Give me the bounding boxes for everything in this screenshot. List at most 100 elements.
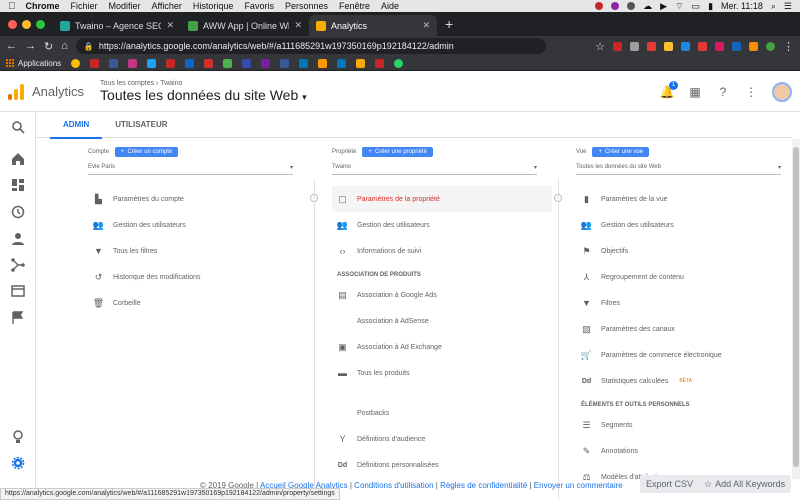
bookmark-icon[interactable] (356, 58, 366, 68)
ad-exchange-link-item[interactable]: ▣ Association à Ad Exchange (332, 334, 552, 360)
new-tab-icon[interactable]: + (437, 16, 461, 32)
bookmark-icon[interactable] (261, 58, 271, 68)
bookmark-icon[interactable] (204, 58, 214, 68)
search-icon[interactable] (11, 120, 25, 134)
annotations-item[interactable]: ✎ Annotations (576, 438, 796, 464)
bookmark-icon[interactable] (337, 58, 347, 68)
address-bar[interactable]: 🔒 https://analytics.google.com/analytics… (75, 38, 546, 54)
menu-list-icon[interactable]: ☰ (784, 1, 792, 12)
adsense-link-item[interactable]: Association à AdSense (332, 308, 552, 334)
footer-link-privacy[interactable]: Règles de confidentialité (440, 481, 527, 490)
flag-fr-icon[interactable]: ▮ (708, 1, 713, 12)
create-view-button[interactable]: + Créer une vue (592, 147, 649, 157)
back-icon[interactable]: ← (6, 40, 17, 52)
bookmark-icon[interactable] (185, 58, 195, 68)
bookmark-icon[interactable] (299, 58, 309, 68)
scrollbar-thumb[interactable] (793, 147, 799, 467)
realtime-clock-icon[interactable] (11, 205, 25, 219)
property-select[interactable]: Twaino ▾ (332, 164, 537, 175)
browser-tab-aww[interactable]: AWW App | Online Whiteboard ✕ (181, 15, 309, 36)
clock[interactable]: Mer. 11:18 (721, 1, 763, 11)
account-select[interactable]: Evle Paris ▾ (88, 164, 293, 175)
all-products-item[interactable]: ▬ Tous les produits (332, 360, 552, 386)
footer-link-terms[interactable]: Conditions d'utilisation (354, 481, 433, 490)
close-tab-icon[interactable]: ✕ (294, 20, 302, 31)
footer-link-feedback[interactable]: Envoyer un commentaire (534, 481, 623, 490)
ecommerce-settings-item[interactable]: 🛒 Paramètres de commerce électronique (576, 342, 796, 368)
extension-icon[interactable] (681, 41, 690, 51)
close-tab-icon[interactable]: ✕ (422, 20, 430, 31)
bookmark-icon[interactable] (223, 58, 233, 68)
bookmark-icon[interactable] (166, 58, 176, 68)
add-all-keywords-button[interactable]: ☆ Add All Keywords (698, 475, 792, 493)
channel-settings-item[interactable]: ▧ Paramètres des canaux (576, 316, 796, 342)
segments-item[interactable]: ☰ Segments (576, 412, 796, 438)
export-csv-button[interactable]: Export CSV (640, 475, 700, 493)
all-filters-item[interactable]: ▼ Tous les filtres (88, 238, 308, 264)
menu-favoris[interactable]: Favoris (244, 1, 274, 11)
account-settings-item[interactable]: ▙ Paramètres du compte (88, 186, 308, 212)
browser-tab-twaino[interactable]: Twaino – Agence SEO ✕ (53, 15, 181, 36)
help-icon[interactable]: ? (716, 85, 730, 99)
avatar[interactable] (772, 81, 792, 102)
home-icon[interactable] (11, 152, 25, 166)
account-selector[interactable]: Tous les comptes › Twaino Toutes les don… (100, 80, 307, 103)
property-user-management-item[interactable]: 👥 Gestion des utilisateurs (332, 212, 552, 238)
property-settings-item[interactable]: ▢ Paramètres de la propriété (332, 186, 552, 212)
menu-personnes[interactable]: Personnes (285, 1, 328, 11)
browser-tab-analytics[interactable]: Analytics ✕ (309, 15, 437, 36)
menu-modifier[interactable]: Modifier (109, 1, 141, 11)
acquisition-icon[interactable] (11, 258, 25, 272)
change-history-item[interactable]: ↺ Historique des modifications (88, 264, 308, 290)
apps-grid-icon[interactable]: ▦ (688, 85, 702, 99)
close-window-icon[interactable] (8, 19, 17, 29)
view-user-management-item[interactable]: 👥 Gestion des utilisateurs (576, 212, 796, 238)
extension-icon[interactable] (715, 41, 724, 51)
trash-item[interactable]: 🗑 Corbeille (88, 290, 308, 316)
tracking-info-item[interactable]: ‹› Informations de suivi (332, 238, 552, 264)
search-icon[interactable]: ⌕ (771, 1, 776, 12)
bookmark-icon[interactable] (90, 58, 100, 68)
cloud-icon[interactable]: ☁ (643, 1, 652, 12)
menu-afficher[interactable]: Afficher (152, 1, 182, 11)
extension-icon[interactable] (630, 41, 639, 51)
view-settings-item[interactable]: ▮ Paramètres de la vue (576, 186, 796, 212)
menu-fenetre[interactable]: Fenêtre (339, 1, 370, 11)
close-tab-icon[interactable]: ✕ (166, 20, 174, 31)
extension-icon[interactable] (749, 41, 758, 51)
bookmark-icon[interactable] (280, 58, 290, 68)
analytics-logo-icon[interactable] (8, 83, 24, 100)
lock-icon[interactable]: 🔒 (84, 42, 94, 51)
google-ads-link-item[interactable]: ▤ Association à Google Ads (332, 282, 552, 308)
home-icon[interactable]: ⌂ (61, 40, 68, 52)
play-icon[interactable]: ▶ (660, 1, 667, 12)
menu-historique[interactable]: Historique (193, 1, 234, 11)
bookmark-icon[interactable] (242, 58, 252, 68)
extension-icon[interactable] (613, 41, 622, 51)
bookmark-icon[interactable] (109, 58, 119, 68)
filters-item[interactable]: ▼ Filtres (576, 290, 796, 316)
create-account-button[interactable]: + Créer un compte (115, 147, 179, 157)
audience-definitions-item[interactable]: Y Définitions d'audience (332, 426, 552, 452)
status-icon-red[interactable] (595, 2, 604, 10)
create-property-button[interactable]: + Créer une propriété (362, 147, 433, 157)
bookmark-icon[interactable] (375, 58, 385, 68)
extension-icon[interactable] (647, 41, 656, 51)
battery-icon[interactable]: ▭ (692, 1, 701, 12)
status-icon-dark[interactable] (627, 2, 636, 10)
admin-gear-icon[interactable] (11, 456, 25, 470)
view-select[interactable]: Toutes les données du site Web ▾ (576, 164, 781, 175)
bookmark-apps[interactable]: Applications (6, 59, 61, 68)
behavior-icon[interactable] (11, 284, 25, 298)
extension-icon[interactable] (664, 41, 673, 51)
menu-aide[interactable]: Aide (381, 1, 399, 11)
extension-icon[interactable] (698, 41, 707, 51)
bookmark-icon[interactable] (147, 58, 157, 68)
audience-person-icon[interactable] (11, 232, 25, 246)
bookmark-icon[interactable] (394, 58, 404, 68)
apple-icon[interactable]:  (8, 1, 16, 12)
menu-fichier[interactable]: Fichier (71, 1, 98, 11)
lightbulb-icon[interactable] (11, 430, 25, 444)
page-scrollbar[interactable] (792, 139, 800, 479)
status-icon-purple[interactable] (611, 2, 620, 10)
